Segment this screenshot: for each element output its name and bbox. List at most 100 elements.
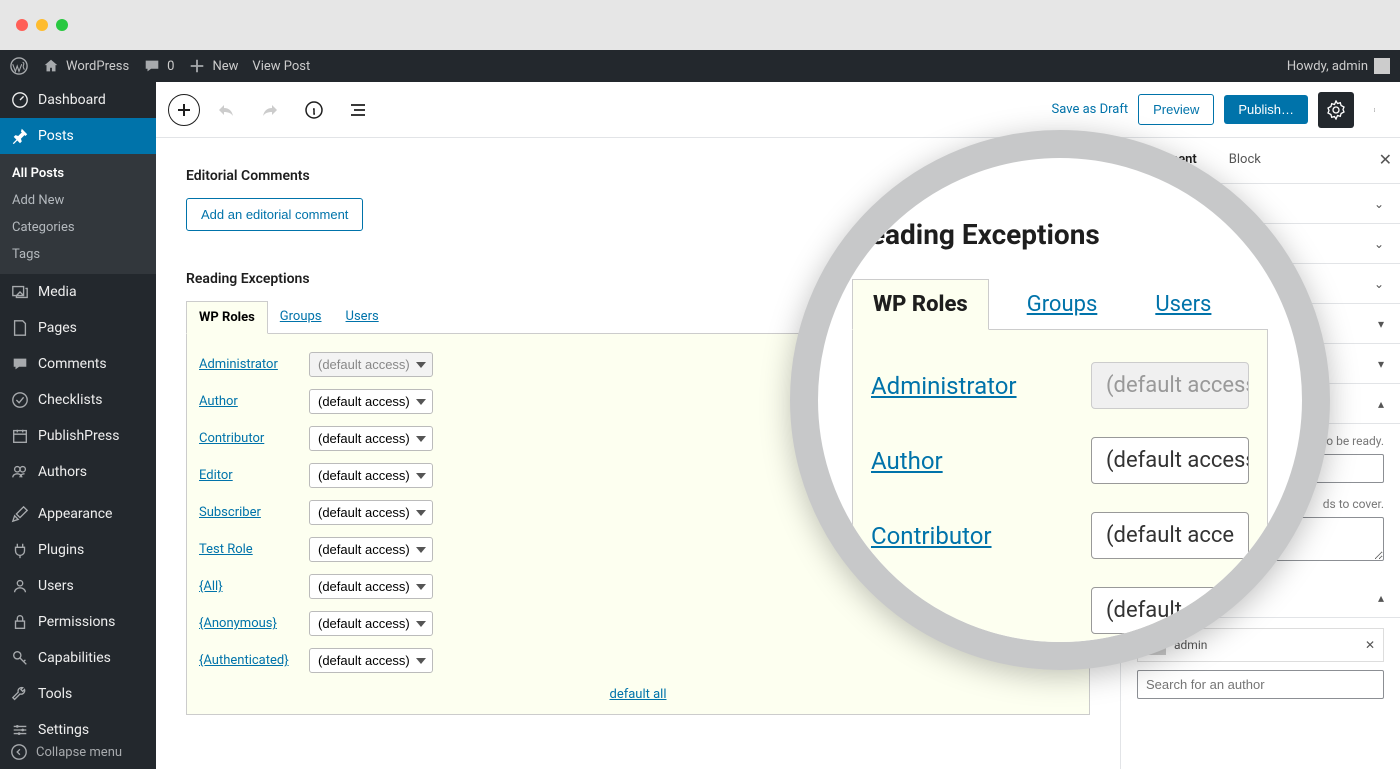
add-block-button[interactable] [168,94,200,126]
menu-posts[interactable]: Posts [0,118,156,154]
menu-permissions[interactable]: Permissions [0,604,156,640]
role-link[interactable]: Editor [199,468,291,483]
chevron-down-icon: ⌄ [1374,237,1384,251]
chevron-down-icon: ⌄ [1374,197,1384,211]
role-link[interactable]: Test Role [199,542,291,557]
menu-dashboard[interactable]: Dashboard [0,82,156,118]
save-draft-button[interactable]: Save as Draft [1052,102,1129,117]
menu-plugins[interactable]: Plugins [0,532,156,568]
menu-appearance[interactable]: Appearance [0,496,156,532]
media-icon [10,282,30,302]
close-sidebar-button[interactable]: ✕ [1379,150,1392,169]
role-access-select[interactable]: (default access) [309,463,433,488]
site-link[interactable]: WordPress [42,57,129,75]
mag-tab-groups[interactable]: Groups [1007,280,1118,329]
more-menu-button[interactable] [1364,92,1388,128]
role-link[interactable]: Administrator [199,357,291,372]
wp-logo[interactable] [10,57,28,75]
menu-users[interactable]: Users [0,568,156,604]
tab-block[interactable]: Block [1213,138,1277,183]
admin-sidebar: Dashboard Posts All Posts Add New Catego… [0,82,156,769]
comment-count: 0 [167,59,174,74]
brush-icon [10,504,30,524]
howdy-link[interactable]: Howdy, admin [1287,58,1390,74]
calendar-icon [10,426,30,446]
checklists-icon [10,390,30,410]
preview-button[interactable]: Preview [1138,94,1214,125]
mag-role-link[interactable]: Contributor [871,522,1051,550]
sub-add-new[interactable]: Add New [0,187,156,214]
window-zoom-dot[interactable] [56,19,68,31]
tab-users[interactable]: Users [334,301,391,333]
role-access-select[interactable]: (default access) [309,537,433,562]
menu-comments[interactable]: Comments [0,346,156,382]
author-search-input[interactable] [1137,670,1384,699]
role-link[interactable]: {All} [199,579,291,594]
collapse-menu[interactable]: Collapse menu [0,735,156,769]
menu-publishpress[interactable]: PublishPress [0,418,156,454]
menu-tools[interactable]: Tools [0,676,156,712]
caret-down-icon: ▾ [1378,357,1384,371]
sub-categories[interactable]: Categories [0,214,156,241]
role-access-select[interactable]: (default access) [309,574,433,599]
site-name: WordPress [66,59,129,74]
sub-all-posts[interactable]: All Posts [0,160,156,187]
menu-authors[interactable]: Authors [0,454,156,490]
remove-author-button[interactable]: ✕ [1365,638,1375,652]
avatar [1374,58,1390,74]
editor-toolbar: Save as Draft Preview Publish… [156,82,1400,138]
role-row: {Authenticated} (default access) [199,642,1077,679]
role-access-select[interactable]: (default access) [309,611,433,636]
view-post-link[interactable]: View Post [252,59,310,74]
mag-role-access-select[interactable]: (default acce [1091,512,1249,559]
chevron-down-icon: ⌄ [1374,277,1384,291]
outline-button[interactable] [340,92,376,128]
caret-down-icon: ▾ [1378,317,1384,331]
role-link[interactable]: Subscriber [199,505,291,520]
menu-capabilities[interactable]: Capabilities [0,640,156,676]
default-all-link[interactable]: default all [609,687,666,702]
role-access-select[interactable]: (default access) [309,352,433,377]
key-icon [10,648,30,668]
mag-role-link[interactable]: Author [871,447,1051,475]
role-access-select[interactable]: (default access) [309,389,433,414]
window-close-dot[interactable] [16,19,28,31]
role-link[interactable]: {Anonymous} [199,616,291,631]
comments-icon [10,354,30,374]
mag-title: Reading Exceptions [852,218,1268,251]
role-access-select[interactable]: (default access) [309,500,433,525]
info-button[interactable] [296,92,332,128]
undo-button[interactable] [208,92,244,128]
sub-tags[interactable]: Tags [0,241,156,268]
mag-role-row: Author (default access [871,423,1249,498]
role-link[interactable]: {Authenticated} [199,653,291,668]
dashboard-icon [10,90,30,110]
mag-role-row: Administrator (default access [871,348,1249,423]
mag-tab-users[interactable]: Users [1135,280,1231,329]
mag-role-link[interactable]: Administrator [871,372,1051,400]
new-link[interactable]: New [188,57,238,75]
role-access-select[interactable]: (default access) [309,426,433,451]
publish-button[interactable]: Publish… [1224,95,1308,124]
menu-media[interactable]: Media [0,274,156,310]
menu-checklists[interactable]: Checklists [0,382,156,418]
role-link[interactable]: Author [199,394,291,409]
mag-role-row: Contributor (default acce [871,498,1249,573]
tab-groups[interactable]: Groups [268,301,334,333]
pin-icon [10,126,30,146]
comments-link[interactable]: 0 [143,57,174,75]
settings-gear-button[interactable] [1318,92,1354,128]
posts-submenu: All Posts Add New Categories Tags [0,154,156,274]
mag-role-access-select[interactable]: (default access [1091,437,1249,484]
role-link[interactable]: Contributor [199,431,291,446]
mag-role-access-select[interactable]: (default access [1091,362,1249,409]
magnifier-overlay: Reading Exceptions WP Roles Groups Users… [790,130,1330,670]
mag-tab-wp-roles[interactable]: WP Roles [852,279,989,330]
role-access-select[interactable]: (default access) [309,648,433,673]
plug-icon [10,540,30,560]
window-minimize-dot[interactable] [36,19,48,31]
add-editorial-comment-button[interactable]: Add an editorial comment [186,198,363,231]
menu-pages[interactable]: Pages [0,310,156,346]
redo-button[interactable] [252,92,288,128]
tab-wp-roles[interactable]: WP Roles [186,301,268,334]
